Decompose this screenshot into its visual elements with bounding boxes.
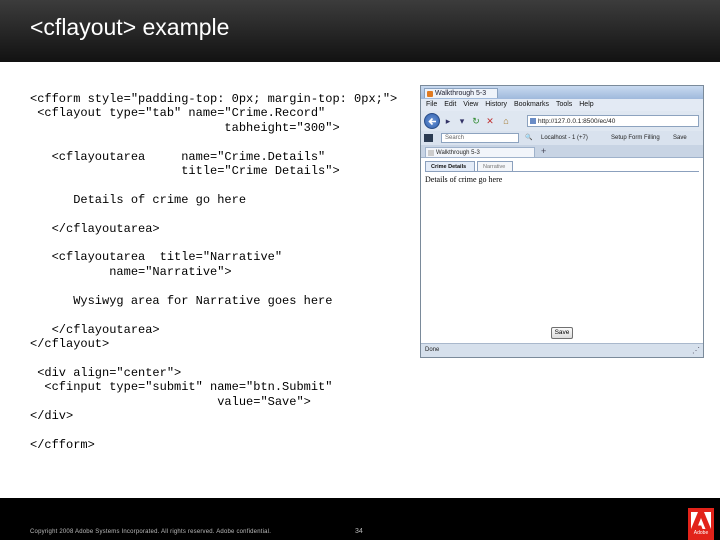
menu-edit[interactable]: Edit xyxy=(444,99,456,111)
status-bar: Done ⋰ xyxy=(421,343,703,357)
resize-grip-icon[interactable]: ⋰ xyxy=(692,346,700,356)
status-text: Done xyxy=(425,347,440,353)
home-icon[interactable]: ⌂ xyxy=(501,116,511,126)
adobe-logo-text: Adobe xyxy=(693,530,709,536)
new-tab-icon[interactable]: + xyxy=(541,146,546,156)
browser-nav-bar: ▸ ▾ ↻ ✕ ⌂ http://127.0.0.1:8500/ec/40 xyxy=(421,111,703,131)
browser-menu-bar: File Edit View History Bookmarks Tools H… xyxy=(421,99,703,111)
menu-history[interactable]: History xyxy=(485,99,507,111)
firefox-icon xyxy=(427,91,433,97)
save-submit-button[interactable]: Save xyxy=(551,327,573,339)
toolbar-icon[interactable] xyxy=(424,134,433,142)
reload-icon[interactable]: ↻ xyxy=(471,116,481,126)
adobe-logo: Adobe xyxy=(688,508,714,540)
page-content: Crime Details Narrative Details of crime… xyxy=(421,158,703,343)
dropdown-icon[interactable]: ▾ xyxy=(457,116,467,126)
setup-form-filling-button[interactable]: Setup Form Filling xyxy=(611,133,660,143)
localhost-bookmark[interactable]: Localhost - 1 (+7) xyxy=(541,133,588,143)
page-number: 34 xyxy=(355,528,363,535)
browser-title-bar: Walkthrough 5-3 xyxy=(421,86,703,99)
adobe-a-icon xyxy=(691,512,711,529)
slide-header: <cflayout> example xyxy=(0,0,720,62)
address-bar[interactable]: http://127.0.0.1:8500/ec/40 xyxy=(527,115,699,127)
tab-narrative[interactable]: Narrative xyxy=(477,161,513,171)
search-icon[interactable]: 🔍 xyxy=(525,133,532,143)
stop-icon[interactable]: ✕ xyxy=(485,116,495,126)
site-icon xyxy=(530,118,536,124)
browser-tab-title: Walkthrough 5-3 xyxy=(436,150,480,156)
page-icon xyxy=(428,150,434,156)
layout-tab-bar: Crime Details Narrative xyxy=(425,161,699,172)
browser-tab-strip: Walkthrough 5-3 + xyxy=(421,145,703,158)
menu-tools[interactable]: Tools xyxy=(556,99,572,111)
address-text: http://127.0.0.1:8500/ec/40 xyxy=(538,118,616,125)
menu-file[interactable]: File xyxy=(426,99,437,111)
toolbar-row: Search 🔍 Localhost - 1 (+7) Setup Form F… xyxy=(421,131,703,146)
menu-help[interactable]: Help xyxy=(579,99,593,111)
slide-title: <cflayout> example xyxy=(30,14,230,40)
copyright-text: Copyright 2008 Adobe Systems Incorporate… xyxy=(30,529,272,535)
back-button[interactable] xyxy=(424,113,440,129)
window-title: Walkthrough 5-3 xyxy=(424,88,498,98)
back-arrow-icon xyxy=(428,117,436,126)
code-listing: <cfform style="padding-top: 0px; margin-… xyxy=(30,92,398,452)
browser-window-screenshot: Walkthrough 5-3 File Edit View History B… xyxy=(420,85,704,358)
toolbar-save-button[interactable]: Save xyxy=(673,133,687,143)
browser-tab[interactable]: Walkthrough 5-3 xyxy=(425,147,535,157)
window-title-text: Walkthrough 5-3 xyxy=(435,90,487,97)
search-input[interactable]: Search xyxy=(441,133,519,143)
menu-view[interactable]: View xyxy=(463,99,478,111)
menu-bookmarks[interactable]: Bookmarks xyxy=(514,99,549,111)
forward-icon[interactable]: ▸ xyxy=(443,116,453,126)
details-text: Details of crime go here xyxy=(425,175,503,184)
tab-crime-details[interactable]: Crime Details xyxy=(425,161,475,171)
